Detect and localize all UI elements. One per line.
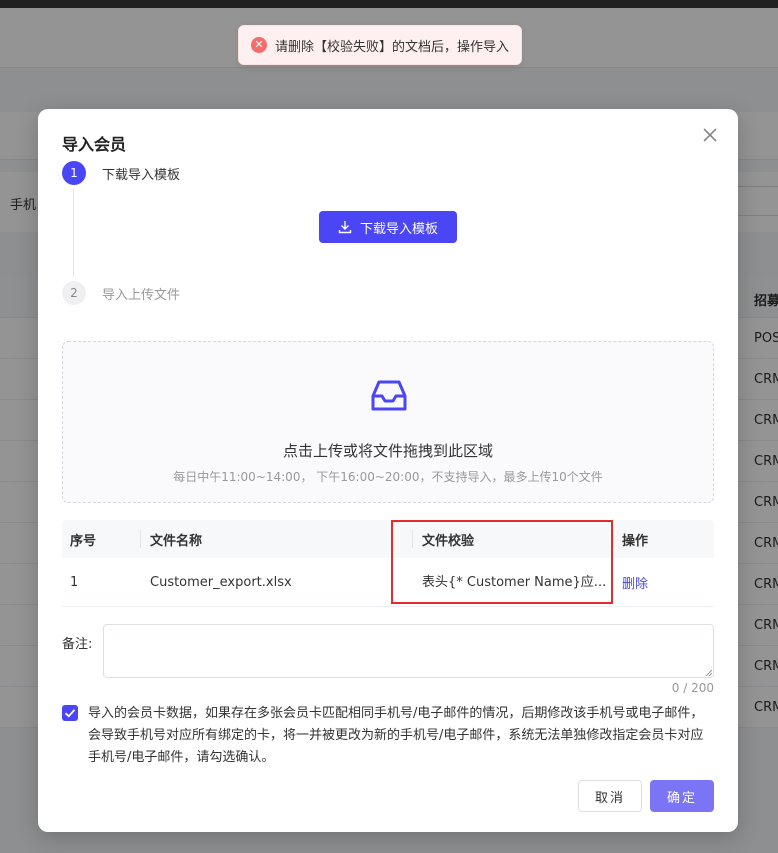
confirm-button[interactable]: 确定 bbox=[650, 780, 714, 812]
char-counter: 0 / 200 bbox=[671, 681, 714, 695]
remark-textarea[interactable] bbox=[103, 624, 714, 678]
inbox-icon bbox=[371, 380, 407, 411]
cancel-button[interactable]: 取消 bbox=[578, 780, 642, 812]
header-verify: 文件校验 bbox=[422, 533, 475, 549]
step-connector bbox=[73, 189, 74, 277]
download-icon bbox=[338, 221, 352, 234]
upload-dropzone[interactable]: 点击上传或将文件拖拽到此区域 每日中午11:00~14:00， 下午16:00~… bbox=[62, 341, 714, 503]
header-index: 序号 bbox=[70, 533, 97, 549]
resize-grip-icon[interactable] bbox=[704, 668, 712, 676]
close-icon[interactable] bbox=[700, 125, 720, 145]
header-divider bbox=[613, 530, 614, 548]
step-label: 下载导入模板 bbox=[102, 167, 181, 183]
header-divider bbox=[412, 530, 413, 548]
upload-hint: 每日中午11:00~14:00， 下午16:00~20:00，不支持导入，最多上… bbox=[173, 470, 603, 484]
header-divider bbox=[140, 530, 141, 548]
error-toast: ✕ 请删除【校验失败】的文档后，操作导入 bbox=[238, 25, 523, 65]
step-upload-file: 2 导入上传文件 bbox=[62, 281, 180, 305]
upload-title: 点击上传或将文件拖拽到此区域 bbox=[282, 442, 493, 460]
step-number: 1 bbox=[62, 161, 86, 185]
confirm-text: 导入的会员卡数据，如果存在多张会员卡匹配相同手机号/电子邮件的情况，后期修改该手… bbox=[88, 706, 704, 765]
header-filename: 文件名称 bbox=[150, 533, 203, 549]
verify-text: 表头{* Customer Name}应... bbox=[422, 574, 607, 590]
download-template-button[interactable]: 下载导入模板 bbox=[319, 211, 457, 243]
step-download-template: 1 下载导入模板 bbox=[62, 161, 180, 185]
row-index: 1 bbox=[70, 574, 79, 590]
delete-link[interactable]: 删除 bbox=[622, 573, 648, 592]
error-circle-icon: ✕ bbox=[251, 37, 267, 53]
row-verify-result: 表头{* Customer Name}应... bbox=[422, 558, 612, 606]
file-table: 序号 文件名称 文件校验 操作 1 Customer_export.xlsx 表… bbox=[62, 520, 714, 607]
row-action: 删除 bbox=[622, 558, 702, 606]
file-table-header: 序号 文件名称 文件校验 操作 bbox=[62, 520, 714, 558]
download-button-label: 下载导入模板 bbox=[359, 221, 438, 237]
step-label: 导入上传文件 bbox=[102, 287, 181, 303]
row-filename: Customer_export.xlsx bbox=[150, 574, 292, 590]
dialog-title: 导入会员 bbox=[62, 135, 127, 154]
step-number: 2 bbox=[62, 281, 86, 305]
header-action: 操作 bbox=[622, 533, 649, 549]
toast-message: 请删除【校验失败】的文档后，操作导入 bbox=[275, 39, 510, 55]
import-member-dialog: 导入会员 1 下载导入模板 下载导入模板 2 导入上传文件 点击上传或将文件拖拽… bbox=[38, 109, 738, 832]
remark-label: 备注: bbox=[62, 637, 93, 652]
table-row: 1 Customer_export.xlsx 表头{* Customer Nam… bbox=[62, 558, 714, 607]
checkmark-icon bbox=[64, 709, 76, 718]
confirm-checkbox[interactable] bbox=[62, 705, 78, 721]
